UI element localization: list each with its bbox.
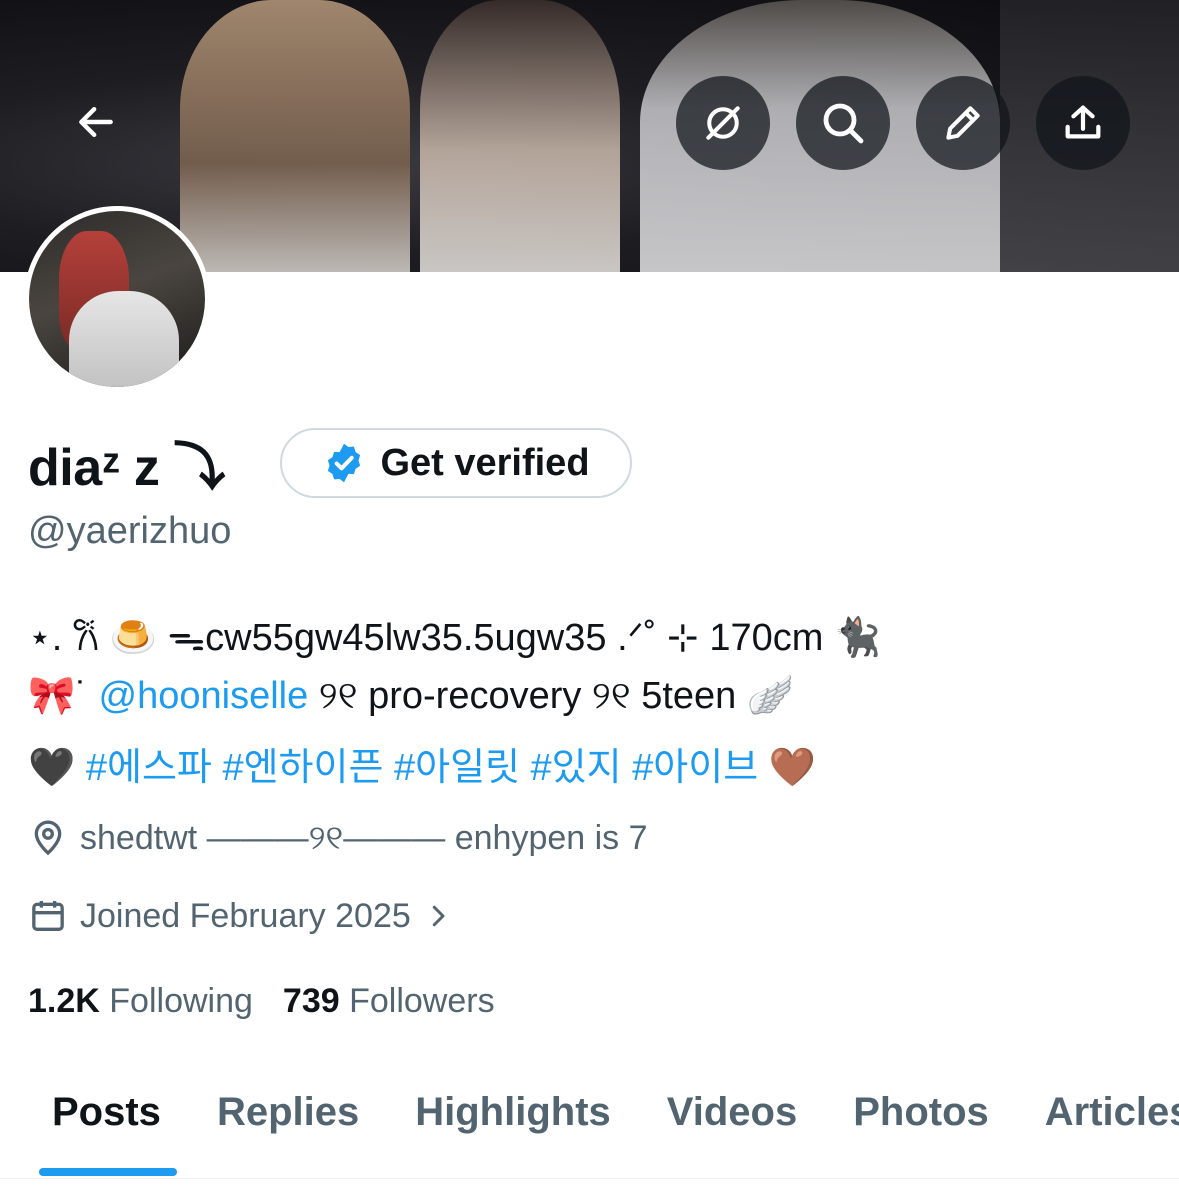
- share-icon: [1065, 105, 1101, 139]
- location-text: shedtwt ———୨୧——— enhypen is 7: [80, 818, 648, 857]
- avatar[interactable]: [24, 206, 210, 392]
- follow-stats: 1.2K Following 739 Followers: [28, 982, 495, 1021]
- joined-text: Joined February 2025: [80, 896, 411, 935]
- followers-count: 739: [282, 982, 340, 1020]
- following-label: Following: [109, 982, 253, 1020]
- avatar-image: [29, 211, 205, 387]
- followers-stat[interactable]: 739 Followers: [283, 982, 495, 1021]
- search-button[interactable]: [796, 76, 890, 170]
- verified-badge-icon: [328, 443, 361, 483]
- bio-line-2: 🎀˙ @hooniselle ୨୧ pro-recovery ୨୧ 5teen …: [28, 674, 794, 718]
- active-tab-indicator: [39, 1168, 177, 1176]
- following-stat[interactable]: 1.2K Following: [28, 982, 253, 1021]
- tab-articles[interactable]: Articles: [1017, 1060, 1179, 1164]
- location-icon: [34, 820, 62, 856]
- bio-line-2-suffix: ୨୧ pro-recovery ୨୧ 5teen 🪽: [308, 675, 795, 717]
- back-button[interactable]: [56, 82, 136, 162]
- back-arrow-icon: [79, 106, 113, 138]
- edit-button[interactable]: [916, 76, 1010, 170]
- calendar-icon: [32, 901, 64, 931]
- pencil-icon: [946, 106, 980, 140]
- tab-photos[interactable]: Photos: [825, 1060, 1017, 1164]
- tab-replies[interactable]: Replies: [189, 1060, 387, 1164]
- grok-icon: [706, 106, 740, 140]
- joined-row[interactable]: Joined February 2025: [28, 896, 465, 936]
- tab-posts[interactable]: Posts: [0, 1060, 189, 1164]
- banner-person-left: [180, 0, 410, 272]
- bio-line-3-suffix: 🤎: [758, 747, 817, 789]
- tab-videos[interactable]: Videos: [639, 1060, 825, 1164]
- get-verified-button[interactable]: Get verified: [280, 428, 632, 498]
- bio-line-2-prefix: 🎀˙: [28, 675, 88, 717]
- location-row: shedtwt ———୨୧——— enhypen is 7: [28, 818, 648, 858]
- followers-label: Followers: [349, 982, 495, 1020]
- profile-handle: @yaerizhuo: [28, 510, 232, 552]
- get-verified-label: Get verified: [380, 441, 590, 484]
- share-button[interactable]: [1036, 76, 1130, 170]
- grok-button[interactable]: [676, 76, 770, 170]
- bio-line-3: 🖤 #에스파 #엔하이픈 #아일릿 #있지 #아이브 🤎: [28, 736, 816, 791]
- profile-tabs: Posts Replies Highlights Videos Photos A…: [0, 1060, 1179, 1178]
- display-name-row: diaᶻ z ⤵: [28, 426, 225, 498]
- following-count: 1.2K: [28, 982, 100, 1020]
- bio-mention-link[interactable]: @hooniselle: [99, 675, 309, 717]
- chevron-right-icon: [432, 905, 445, 927]
- bio-hashtags[interactable]: #에스파 #엔하이픈 #아일릿 #있지 #아이브: [86, 747, 758, 789]
- bio-line-3-prefix: 🖤: [28, 747, 86, 789]
- tab-highlights[interactable]: Highlights: [387, 1060, 639, 1164]
- search-icon: [823, 103, 864, 144]
- tabs-divider: [0, 1178, 1179, 1179]
- display-name: diaᶻ z ⤵: [28, 438, 225, 497]
- banner-person-middle: [420, 0, 620, 272]
- bio-line-1: ⋆. 𐙚 🍮 ᯓcw55gw45lw35.5ugw35 .ᐟ˚ ⊹ 170cm …: [28, 617, 882, 659]
